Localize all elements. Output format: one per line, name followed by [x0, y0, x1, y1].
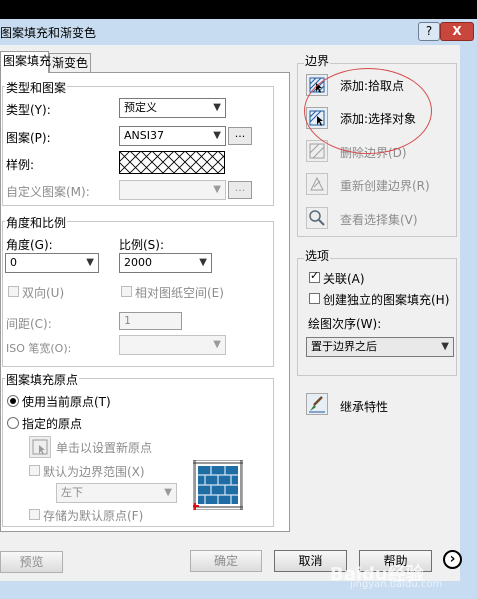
relative-paperspace-label: 相对图纸空间(E)	[135, 286, 224, 300]
view-selection-button[interactable]	[306, 207, 328, 229]
angle-value: 0	[10, 256, 17, 269]
chevron-right-icon: ›	[449, 551, 456, 567]
store-default-origin-checkbox[interactable]	[29, 509, 40, 520]
chevron-down-icon: ▼	[213, 339, 221, 350]
chevron-down-icon: ▼	[213, 102, 221, 113]
relative-paperspace-checkbox[interactable]	[121, 286, 132, 297]
inherit-properties-button[interactable]	[306, 393, 328, 415]
origin-position-dropdown[interactable]: 左下 ▼	[56, 483, 177, 503]
draw-order-dropdown[interactable]: 置于边界之后 ▼	[306, 337, 454, 357]
default-extent-label: 默认为边界范围(X)	[43, 465, 145, 479]
type-value: 预定义	[124, 101, 157, 114]
spacing-input[interactable]: 1	[119, 312, 182, 330]
boundary-title: 边界	[304, 52, 331, 69]
use-current-origin-label: 使用当前原点(T)	[22, 395, 111, 409]
swatch-label: 样例:	[6, 158, 35, 172]
brick-pattern-icon	[192, 459, 244, 511]
scale-label: 比例(S):	[119, 238, 165, 252]
more-options-button[interactable]: ›	[443, 550, 462, 569]
recreate-boundary-icon	[310, 176, 324, 191]
help-titlebar-button[interactable]: ?	[418, 22, 440, 41]
inherit-properties-label: 继承特性	[340, 400, 389, 414]
custom-pattern-label: 自定义图案(M):	[6, 185, 90, 199]
custom-pattern-browse-button[interactable]: ...	[228, 181, 252, 199]
magnifier-icon	[309, 210, 325, 226]
origin-position-value: 左下	[61, 486, 83, 499]
chevron-down-icon: ▼	[213, 184, 221, 195]
chevron-down-icon: ▼	[164, 487, 172, 498]
use-current-origin-radio[interactable]	[7, 395, 19, 407]
pattern-label: 图案(P):	[6, 131, 51, 145]
associative-label: 关联(A)	[323, 272, 365, 286]
double-label: 双向(U)	[22, 286, 65, 300]
tab-hatch[interactable]: 图案填充	[0, 51, 51, 73]
scale-dropdown[interactable]: 2000 ▼	[119, 253, 212, 273]
close-button[interactable]: X	[440, 22, 474, 41]
associative-checkbox[interactable]	[309, 269, 320, 283]
angle-label: 角度(G):	[6, 238, 53, 252]
options-title: 选项	[304, 247, 331, 264]
origin-preview	[192, 459, 244, 511]
remove-boundary-button[interactable]	[306, 140, 328, 162]
recreate-boundary-label: 重新创建边界(R)	[340, 179, 430, 193]
brush-icon	[309, 396, 325, 413]
hatch-origin-title: 图案填充原点	[5, 371, 80, 388]
click-set-origin-label: 单击以设置新原点	[56, 441, 153, 455]
chevron-down-icon: ▼	[441, 341, 449, 352]
window-frame-right	[460, 45, 477, 599]
pattern-swatch[interactable]	[119, 151, 225, 174]
view-selection-label: 查看选择集(V)	[340, 213, 418, 227]
scale-value: 2000	[124, 256, 152, 269]
pattern-value: ANSI37	[124, 129, 164, 142]
chevron-down-icon: ▼	[213, 130, 221, 141]
tab-gradient[interactable]: 渐变色	[49, 53, 91, 73]
custom-pattern-dropdown[interactable]: ▼	[119, 180, 226, 200]
pick-point-icon	[32, 439, 48, 455]
spacing-label: 间距(C):	[6, 317, 52, 331]
independent-hatch-label: 创建独立的图案填充(H)	[323, 293, 450, 307]
type-label: 类型(Y):	[6, 103, 51, 117]
angle-dropdown[interactable]: 0 ▼	[5, 253, 99, 273]
pattern-dropdown[interactable]: ANSI37 ▼	[119, 126, 226, 146]
angle-scale-title: 角度和比例	[5, 214, 68, 231]
pattern-browse-button[interactable]: ...	[228, 127, 252, 145]
type-dropdown[interactable]: 预定义 ▼	[119, 98, 226, 118]
annotation-circle	[304, 68, 432, 154]
watermark-url: jingyan.baidu.com	[350, 579, 443, 590]
ok-button[interactable]: 确定	[190, 550, 262, 572]
window-title: 图案填充和渐变色	[0, 26, 97, 40]
specified-origin-label: 指定的原点	[22, 417, 83, 431]
recreate-boundary-button[interactable]	[306, 173, 328, 195]
double-checkbox[interactable]	[8, 286, 19, 297]
independent-hatch-checkbox[interactable]	[309, 293, 320, 304]
default-extent-checkbox[interactable]	[29, 465, 40, 476]
draw-order-value: 置于边界之后	[311, 340, 377, 353]
hatch-swatch-icon	[119, 151, 225, 174]
remove-boundary-icon	[309, 143, 325, 159]
click-set-origin-button[interactable]	[29, 436, 51, 458]
iso-pen-width-dropdown[interactable]: ▼	[119, 335, 226, 355]
preview-button[interactable]: 预览	[0, 551, 63, 573]
chevron-down-icon: ▼	[199, 257, 207, 268]
chevron-down-icon: ▼	[86, 257, 94, 268]
draw-order-label: 绘图次序(W):	[308, 317, 382, 331]
store-default-origin-label: 存储为默认原点(F)	[43, 509, 144, 523]
type-pattern-title: 类型和图案	[5, 79, 68, 96]
iso-pen-width-label: ISO 笔宽(O):	[6, 342, 72, 355]
specified-origin-radio[interactable]	[7, 417, 19, 429]
